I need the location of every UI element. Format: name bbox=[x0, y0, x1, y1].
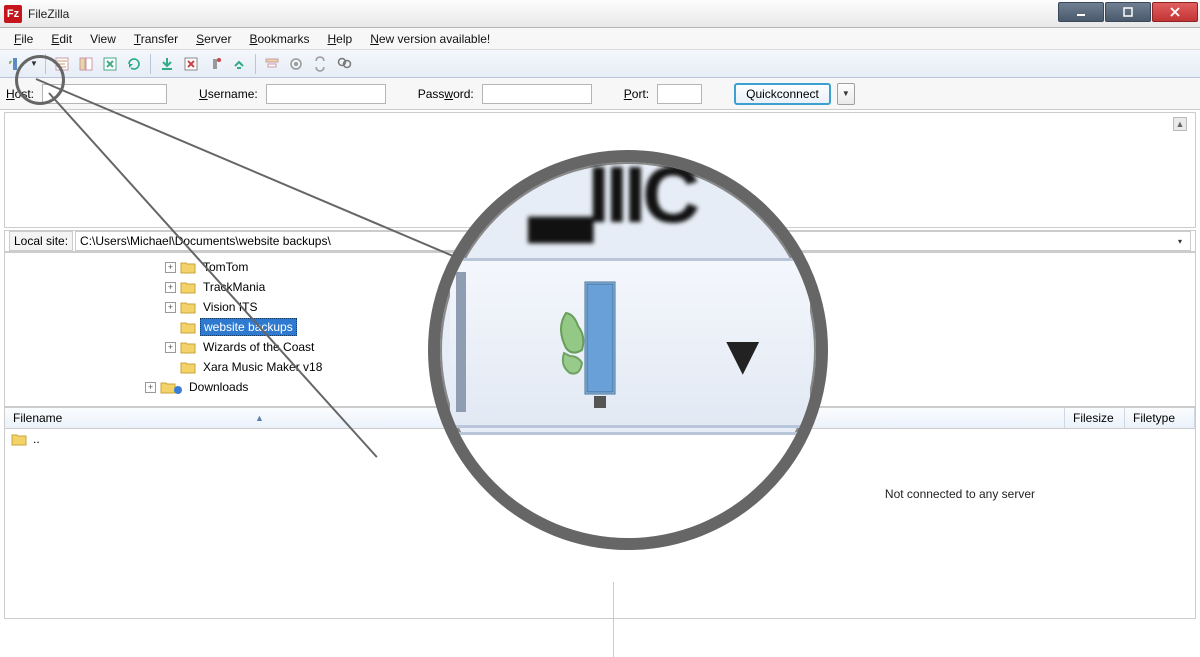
maximize-button[interactable] bbox=[1105, 2, 1151, 22]
list-item-name: .. bbox=[33, 432, 40, 446]
password-label: Password: bbox=[418, 87, 474, 101]
menu-help[interactable]: Help bbox=[320, 30, 361, 48]
folder-icon bbox=[180, 280, 196, 294]
menu-edit[interactable]: Edit bbox=[43, 30, 80, 48]
quickconnect-dropdown[interactable]: ▼ bbox=[837, 83, 855, 105]
filter-button[interactable] bbox=[261, 53, 283, 75]
menubar: File Edit View Transfer Server Bookmarks… bbox=[0, 28, 1200, 50]
port-label: Port: bbox=[624, 87, 649, 101]
disconnect-button[interactable] bbox=[204, 53, 226, 75]
menu-new-version[interactable]: New version available! bbox=[362, 30, 498, 48]
reconnect-button[interactable] bbox=[228, 53, 250, 75]
username-input[interactable] bbox=[266, 84, 386, 104]
sort-asc-icon: ▲ bbox=[255, 413, 264, 423]
menu-transfer[interactable]: Transfer bbox=[126, 30, 186, 48]
compare-button[interactable] bbox=[285, 53, 307, 75]
download-badge-icon bbox=[174, 386, 182, 394]
magnified-panel-bg bbox=[440, 432, 816, 538]
port-input[interactable] bbox=[657, 84, 702, 104]
tree-item-label: Wizards of the Coast bbox=[200, 339, 317, 355]
menu-view[interactable]: View bbox=[82, 30, 124, 48]
magnifier-overlay: ▂IIIC ▼ bbox=[428, 150, 828, 550]
tree-item-label: Downloads bbox=[186, 379, 251, 395]
chevron-down-icon: ▾ bbox=[1178, 237, 1182, 246]
quickconnect-bar: Host: Username: Password: Port: Quickcon… bbox=[0, 78, 1200, 110]
folder-icon bbox=[180, 340, 196, 354]
toggle-tree-button[interactable] bbox=[75, 53, 97, 75]
expand-icon[interactable]: + bbox=[165, 302, 176, 313]
quickconnect-button[interactable]: Quickconnect bbox=[734, 83, 831, 105]
expand-icon[interactable]: + bbox=[165, 282, 176, 293]
minimize-button[interactable] bbox=[1058, 2, 1104, 22]
menu-file[interactable]: File bbox=[6, 30, 41, 48]
column-filetype[interactable]: Filetype bbox=[1125, 408, 1195, 428]
menu-bookmarks[interactable]: Bookmarks bbox=[241, 30, 317, 48]
toolbar-separator bbox=[255, 54, 256, 74]
folder-icon bbox=[11, 432, 27, 446]
close-button[interactable] bbox=[1152, 2, 1198, 22]
vertical-divider bbox=[613, 582, 614, 657]
menu-server[interactable]: Server bbox=[188, 30, 239, 48]
app-icon: Fz bbox=[4, 5, 22, 23]
tree-item-label: Vision ITS bbox=[200, 299, 260, 315]
magnified-separator bbox=[456, 272, 466, 412]
window-title: FileZilla bbox=[28, 7, 69, 21]
tree-item-label: Xara Music Maker v18 bbox=[200, 359, 325, 375]
expand-icon[interactable]: + bbox=[165, 342, 176, 353]
column-filesize[interactable]: Filesize bbox=[1065, 408, 1125, 428]
search-button[interactable] bbox=[333, 53, 355, 75]
tree-item-label: website backups bbox=[200, 318, 297, 336]
password-input[interactable] bbox=[482, 84, 592, 104]
sync-browse-button[interactable] bbox=[309, 53, 331, 75]
titlebar: Fz FileZilla bbox=[0, 0, 1200, 28]
refresh-button[interactable] bbox=[123, 53, 145, 75]
local-site-path-text: C:\Users\Michael\Documents\website backu… bbox=[80, 234, 331, 248]
toolbar: ▼ bbox=[0, 50, 1200, 78]
process-queue-button[interactable] bbox=[156, 53, 178, 75]
toggle-queue-button[interactable] bbox=[99, 53, 121, 75]
expand-icon[interactable]: + bbox=[165, 262, 176, 273]
site-manager-icon bbox=[560, 278, 630, 413]
column-filename-label: Filename bbox=[13, 411, 62, 425]
cancel-button[interactable] bbox=[180, 53, 202, 75]
folder-icon bbox=[180, 360, 196, 374]
tree-item-label: TrackMania bbox=[200, 279, 268, 295]
toolbar-separator bbox=[150, 54, 151, 74]
local-site-label: Local site: bbox=[9, 231, 73, 251]
folder-icon bbox=[180, 260, 196, 274]
remote-status-text: Not connected to any server bbox=[885, 487, 1035, 501]
username-label: Username: bbox=[199, 87, 258, 101]
dropdown-arrow-icon: ▼ bbox=[715, 322, 770, 387]
scroll-up-icon[interactable]: ▲ bbox=[1173, 117, 1187, 131]
folder-icon bbox=[180, 320, 196, 334]
magnified-text-fragment: ▂IIIC bbox=[530, 150, 696, 241]
expand-icon[interactable]: + bbox=[145, 382, 156, 393]
folder-icon bbox=[180, 300, 196, 314]
